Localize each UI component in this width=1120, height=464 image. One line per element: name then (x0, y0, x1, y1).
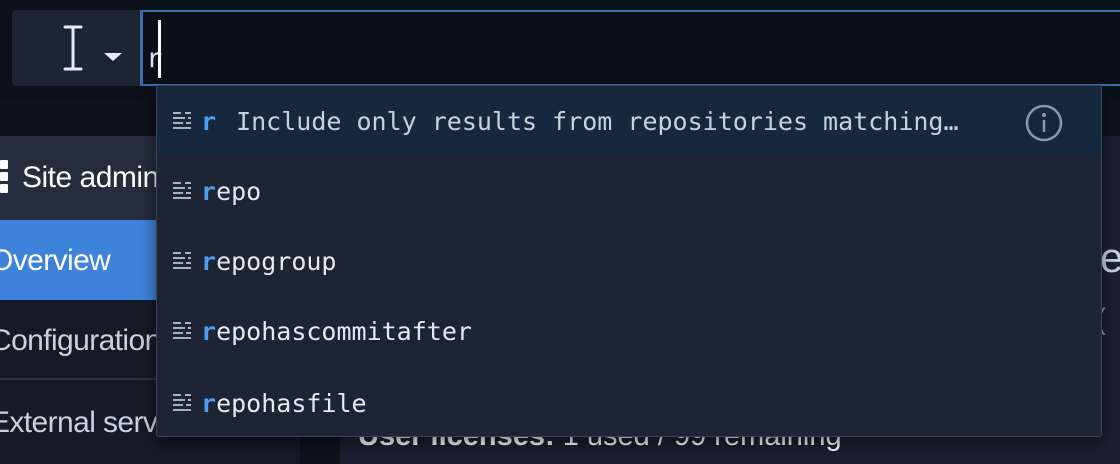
suggestion-rest: epo (216, 177, 262, 206)
text-caret (158, 20, 161, 78)
suggestion-item[interactable]: repohascommitafter (157, 296, 1101, 366)
page-heading: e (1100, 234, 1120, 281)
filter-icon (173, 394, 191, 411)
sidebar-item-label: Configuration (0, 324, 161, 357)
suggestion-match: r (201, 389, 217, 418)
text-cursor-icon (63, 25, 83, 71)
suggestion-rest: epohascommitafter (216, 317, 472, 346)
suggestion-rest: epogroup (216, 247, 337, 276)
filter-icon (173, 252, 191, 269)
suggestion-text: r Include only results from repositories … (201, 107, 959, 136)
info-icon[interactable] (1025, 104, 1063, 142)
suggestion-item[interactable]: repo (157, 156, 1101, 226)
suggestion-text: repogroup (201, 247, 336, 276)
suggestion-match: r (201, 317, 217, 346)
filter-icon (173, 182, 191, 199)
suggestion-item[interactable]: r Include only results from repositories … (157, 86, 1101, 156)
suggestion-item[interactable]: repohasfile (157, 368, 1101, 436)
filter-icon (173, 322, 191, 339)
grid-icon (0, 160, 8, 194)
search-bar (0, 0, 1120, 98)
suggestion-text: repohasfile (201, 389, 367, 418)
suggestion-text: repohascommitafter (201, 317, 472, 346)
search-mode-button[interactable] (12, 10, 140, 86)
suggestion-match: r (201, 107, 217, 136)
suggestion-text: repo (201, 177, 261, 206)
suggestion-description: Include only results from repositories m… (236, 107, 959, 136)
caret-down-icon (104, 53, 122, 61)
suggestion-match: r (201, 247, 217, 276)
suggestion-rest: epohasfile (216, 389, 367, 418)
sidebar-item-label: Overview (0, 244, 111, 277)
suggestion-match: r (201, 177, 217, 206)
search-input[interactable] (140, 10, 1120, 86)
sidebar-title: Site admin (22, 161, 159, 194)
suggestions-dropdown: r Include only results from repositories … (156, 85, 1102, 437)
filter-icon (173, 112, 191, 129)
suggestion-item[interactable]: repogroup (157, 226, 1101, 296)
